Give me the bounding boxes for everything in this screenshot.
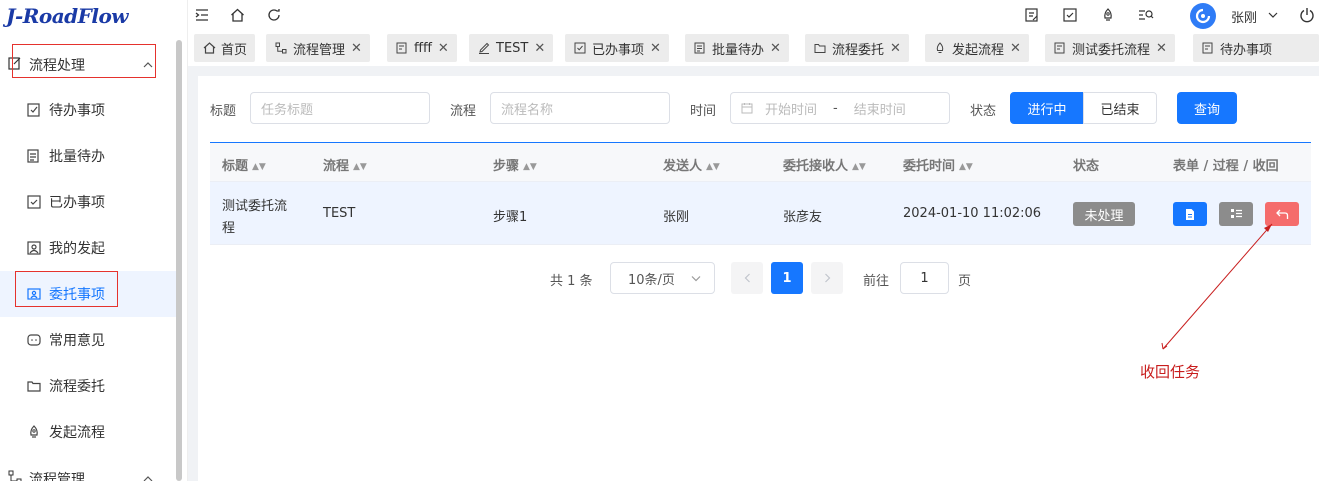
annotation-label: 收回任务 xyxy=(1140,363,1201,381)
annotation-arrow xyxy=(1161,223,1273,350)
